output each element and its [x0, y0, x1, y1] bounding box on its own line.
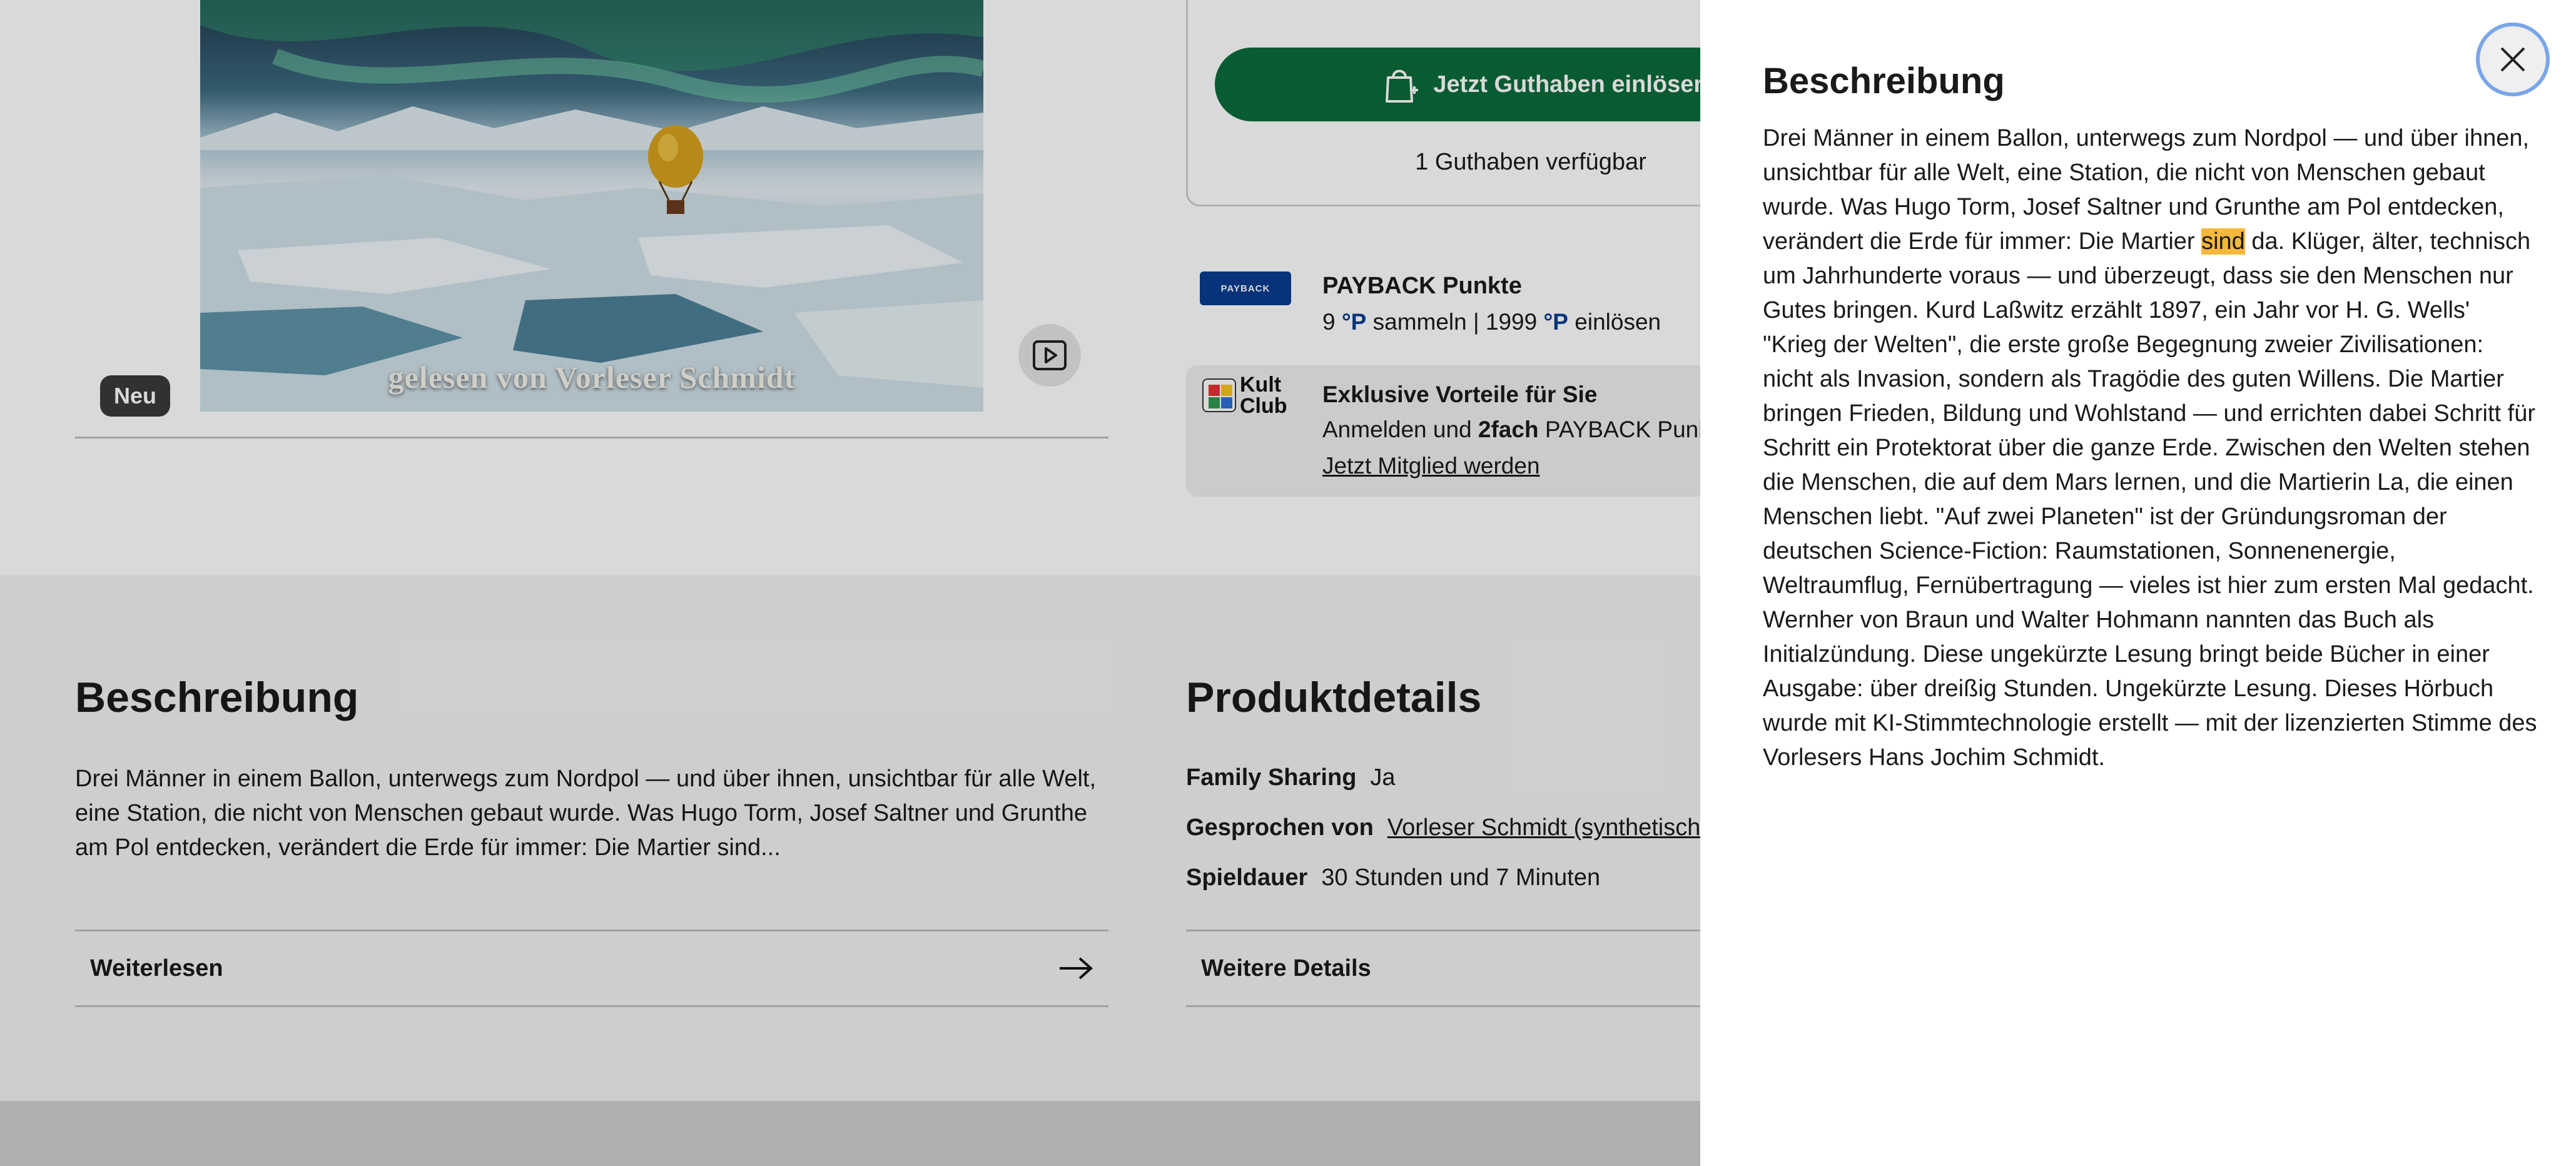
drawer-title: Beschreibung [1763, 61, 2005, 101]
highlighted-word: sind [2201, 228, 2245, 255]
close-drawer-button[interactable] [2476, 23, 2550, 96]
close-icon [2500, 47, 2525, 72]
drawer-text-after: da. Klüger, älter, technisch um Jahrhund… [1763, 228, 2537, 771]
modal-backdrop[interactable] [0, 0, 1700, 1166]
drawer-description-text: Drei Männer in einem Ballon, unterwegs z… [1763, 121, 2538, 775]
product-page: gelesen von Vorleser Schmidt Neu Jetzt G… [0, 0, 2576, 1166]
description-drawer: Beschreibung Drei Männer in einem Ballon… [1700, 0, 2576, 1166]
